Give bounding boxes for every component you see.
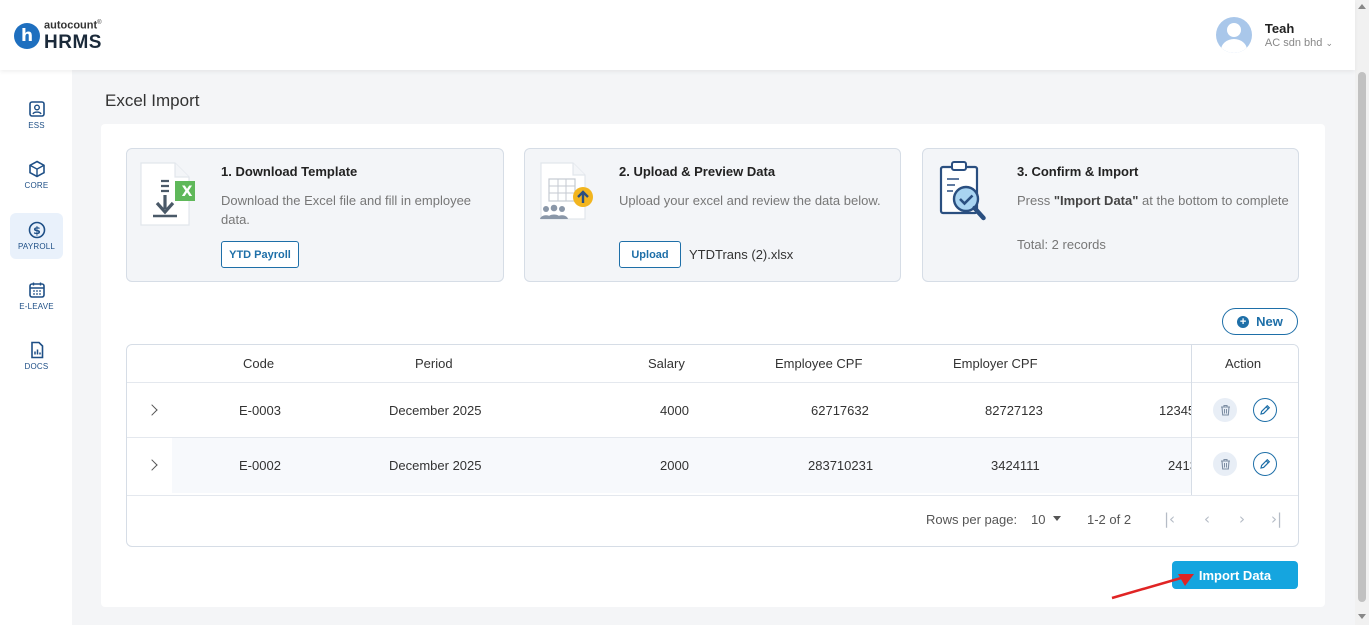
edit-button[interactable] bbox=[1253, 452, 1277, 476]
action-column: Action bbox=[1191, 345, 1298, 495]
last-page-icon[interactable]: ›| bbox=[1271, 510, 1282, 528]
pencil-icon bbox=[1260, 404, 1271, 415]
svg-text:X: X bbox=[182, 184, 193, 200]
cell-overflow: 12345 bbox=[1159, 403, 1196, 418]
cell-period: December 2025 bbox=[389, 403, 482, 418]
cell-employer-cpf: 82727123 bbox=[985, 403, 1043, 418]
cube-icon bbox=[28, 160, 45, 178]
first-page-icon[interactable]: |‹ bbox=[1164, 510, 1175, 528]
scroll-down-arrow[interactable] bbox=[1358, 614, 1366, 619]
step-description: Upload your excel and review the data be… bbox=[619, 193, 881, 208]
table-row[interactable]: E-0002 December 2025 2000 283710231 3424… bbox=[127, 438, 1197, 493]
cell-salary: 2000 bbox=[660, 458, 689, 473]
new-button[interactable]: + New bbox=[1222, 308, 1298, 335]
next-page-icon[interactable]: › bbox=[1239, 510, 1245, 528]
step-title: 3. Confirm & Import bbox=[1017, 164, 1139, 179]
page-title: Excel Import bbox=[105, 91, 200, 110]
sidebar: ESS CORE $ PAYROLL E-LEAVE DOCS bbox=[0, 70, 72, 625]
column-header-period[interactable]: Period bbox=[415, 345, 453, 383]
cell-salary: 4000 bbox=[660, 403, 689, 418]
trash-icon bbox=[1220, 404, 1230, 416]
excel-download-icon: X bbox=[140, 162, 195, 226]
company-name: AC sdn bhd bbox=[1264, 37, 1323, 49]
caret-down-icon[interactable] bbox=[1053, 516, 1061, 521]
plus-circle-icon: + bbox=[1237, 315, 1250, 328]
step-upload-preview: 2. Upload & Preview Data Upload your exc… bbox=[524, 148, 901, 282]
sidebar-item-label: DOCS bbox=[24, 362, 49, 371]
step-description-bold: "Import Data" bbox=[1053, 193, 1139, 208]
step-description-suffix: at the bottom to complete bbox=[1138, 193, 1289, 208]
step-title: 2. Upload & Preview Data bbox=[619, 164, 776, 179]
cell-employee-cpf: 62717632 bbox=[811, 403, 869, 418]
logo-registered: ® bbox=[97, 20, 102, 26]
page-range: 1-2 of 2 bbox=[1087, 512, 1132, 527]
user-menu[interactable]: Teah AC sdn bhd ⌄ bbox=[1215, 17, 1333, 53]
user-name: Teah bbox=[1264, 21, 1295, 36]
sidebar-item-core[interactable]: CORE bbox=[10, 152, 63, 198]
sidebar-item-label: ESS bbox=[28, 121, 45, 130]
sidebar-item-docs[interactable]: DOCS bbox=[10, 333, 63, 379]
clipboard-check-icon bbox=[939, 161, 986, 221]
annotation-arrow-icon bbox=[1111, 574, 1194, 600]
trash-icon bbox=[1220, 458, 1230, 470]
dollar-circle-icon: $ bbox=[28, 221, 45, 239]
step-description: Download the Excel file and fill in empl… bbox=[221, 193, 472, 227]
sidebar-item-e-leave[interactable]: E-LEAVE bbox=[10, 273, 63, 319]
top-header: h autocount® HRMS Teah AC sdn bhd ⌄ bbox=[0, 0, 1355, 70]
import-preview-table: Code Period Salary Employee CPF Employer… bbox=[126, 344, 1299, 547]
step-download-template: X 1. Download Template Download the Exce… bbox=[126, 148, 504, 282]
cell-code: E-0002 bbox=[239, 458, 281, 473]
rows-per-page-label: Rows per page: bbox=[926, 512, 1018, 527]
cell-employer-cpf: 3424111 bbox=[991, 458, 1040, 473]
column-header-code[interactable]: Code bbox=[243, 345, 274, 383]
pagination: Rows per page: 10 1-2 of 2 |‹ ‹ › ›| bbox=[127, 495, 1298, 546]
upload-spreadsheet-icon bbox=[540, 162, 593, 220]
pencil-icon bbox=[1260, 458, 1271, 469]
avatar[interactable] bbox=[1215, 17, 1252, 53]
scroll-up-arrow[interactable] bbox=[1358, 4, 1366, 9]
upload-button[interactable]: Upload bbox=[619, 241, 681, 268]
chevron-down-icon[interactable]: ⌄ bbox=[1325, 38, 1333, 48]
app-logo[interactable]: h autocount® HRMS bbox=[14, 20, 102, 52]
page-scrollbar[interactable] bbox=[1355, 0, 1369, 625]
previous-page-icon[interactable]: ‹ bbox=[1204, 510, 1210, 528]
cell-code: E-0003 bbox=[239, 403, 281, 418]
total-records: Total: 2 records bbox=[1017, 237, 1106, 252]
cell-employee-cpf: 283710231 bbox=[808, 458, 874, 473]
sidebar-item-label: E-LEAVE bbox=[19, 302, 54, 311]
step-description-prefix: Press bbox=[1017, 193, 1054, 208]
svg-text:$: $ bbox=[33, 224, 41, 237]
delete-button[interactable] bbox=[1213, 452, 1237, 476]
step-description: Press "Import Data" at the bottom to com… bbox=[1017, 191, 1297, 210]
table-row[interactable]: E-0003 December 2025 4000 62717632 82727… bbox=[127, 383, 1195, 438]
rows-per-page-select[interactable]: 10 bbox=[1031, 512, 1045, 527]
column-header-salary[interactable]: Salary bbox=[648, 345, 685, 383]
sidebar-item-payroll[interactable]: $ PAYROLL bbox=[10, 213, 63, 259]
new-button-label: New bbox=[1256, 314, 1283, 329]
column-header-employer-cpf[interactable]: Employer CPF bbox=[953, 345, 1038, 383]
cell-period: December 2025 bbox=[389, 458, 482, 473]
sidebar-item-label: PAYROLL bbox=[17, 242, 56, 251]
column-header-employee-cpf[interactable]: Employee CPF bbox=[775, 345, 862, 383]
id-card-icon bbox=[28, 101, 45, 117]
document-chart-icon bbox=[30, 341, 43, 359]
logo-mark: h bbox=[14, 22, 40, 49]
edit-button[interactable] bbox=[1253, 398, 1277, 422]
expand-chevron-icon[interactable] bbox=[146, 459, 158, 471]
calendar-icon bbox=[28, 282, 45, 298]
step-confirm-import: 3. Confirm & Import Press "Import Data" … bbox=[922, 148, 1299, 282]
expand-chevron-icon[interactable] bbox=[146, 404, 158, 416]
logo-product: HRMS bbox=[44, 31, 102, 53]
sidebar-item-label: CORE bbox=[24, 181, 49, 190]
delete-button[interactable] bbox=[1213, 398, 1237, 422]
ytd-payroll-button[interactable]: YTD Payroll bbox=[221, 241, 299, 268]
column-header-action: Action bbox=[1225, 356, 1262, 371]
uploaded-file-name: YTDTrans (2).xlsx bbox=[689, 247, 794, 262]
scroll-thumb[interactable] bbox=[1358, 72, 1366, 602]
step-title: 1. Download Template bbox=[221, 164, 358, 179]
sidebar-item-ess[interactable]: ESS bbox=[10, 92, 63, 138]
logo-brand: autocount bbox=[44, 19, 98, 32]
